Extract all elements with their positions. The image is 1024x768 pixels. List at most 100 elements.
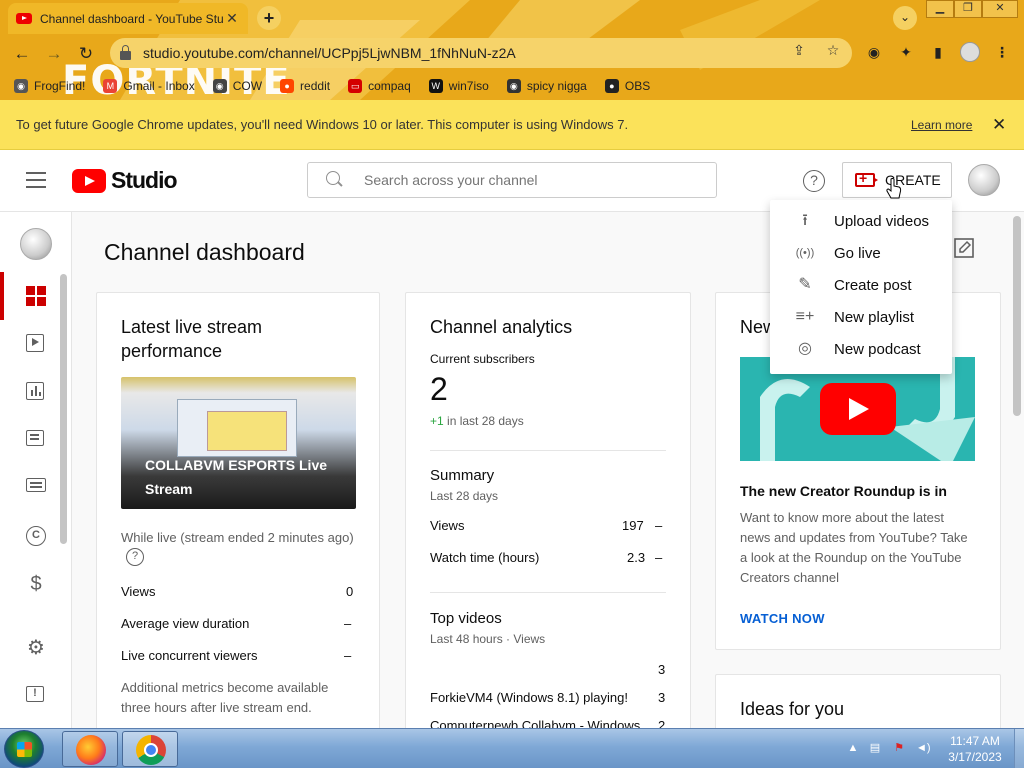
side-panel-icon[interactable]: ▮ (928, 42, 948, 62)
bookmark-item[interactable]: M Gmail - Inbox (103, 79, 195, 93)
sidebar-item-settings[interactable]: ⚙ (0, 624, 72, 672)
tab-search-chevron-icon[interactable]: ⌄ (893, 6, 917, 30)
bookmark-item[interactable]: ▭ compaq (348, 79, 411, 93)
bookmark-favicon-icon: W (428, 79, 443, 93)
subscribers-delta-suffix: in last 28 days (443, 414, 524, 428)
window-maximize-button[interactable]: ❐ (954, 0, 982, 18)
bookmark-favicon-icon: ◉ (212, 79, 227, 93)
taskbar-clock[interactable]: 11:47 AM 3/17/2023 (940, 733, 1010, 765)
latest-live-card: Latest live stream performance COLLABVM … (96, 292, 380, 728)
taskbar-firefox[interactable] (62, 731, 118, 767)
top-video-row-3-value: 2 (658, 718, 666, 728)
tray-expand-icon[interactable]: ▲ (846, 741, 860, 755)
window-minimize-button[interactable]: ▁ (926, 0, 954, 18)
top-video-row-1-value: 3 (658, 662, 666, 677)
youtube-play-icon (820, 383, 896, 435)
help-icon[interactable]: ? (803, 170, 825, 192)
start-button[interactable] (4, 730, 44, 768)
hand-cursor-icon (886, 178, 902, 199)
copyright-icon: C (26, 526, 46, 546)
browser-menu-icon[interactable]: ⋮ (992, 42, 1012, 62)
youtube-studio-logo[interactable]: Studio (72, 167, 178, 194)
settings-gear-icon: ⚙ (27, 637, 45, 659)
infobar-message: To get future Google Chrome updates, you… (16, 117, 629, 132)
bookmark-label: COW (232, 79, 263, 93)
channel-search-box[interactable] (307, 162, 717, 198)
tab-close-icon[interactable]: ✕ (224, 10, 240, 27)
create-menu-item-label: Go live (834, 244, 881, 262)
bookmark-label: Gmail - Inbox (123, 79, 195, 93)
summary-title: Summary (430, 467, 495, 484)
top-video-row-2-label[interactable]: ForkieVM4 (Windows 8.1) playing! (430, 690, 628, 705)
search-icon (326, 171, 344, 189)
bookmark-label: compaq (368, 79, 411, 93)
bookmark-star-icon[interactable]: ☆ (824, 41, 842, 59)
analytics-divider (430, 450, 666, 451)
bookmark-item[interactable]: Wwin7iso (428, 79, 489, 93)
live-row-views-label: Views (121, 584, 156, 599)
go-live-icon: ((•)) (795, 247, 815, 259)
watch-now-button[interactable]: WATCH NOW (740, 611, 825, 626)
create-menu-item[interactable]: ⭱ Upload videos (770, 205, 952, 237)
show-desktop-button[interactable] (1014, 729, 1024, 768)
bookmark-item[interactable]: ◉ spicy nigga (506, 79, 587, 93)
edit-pencil-icon[interactable] (954, 238, 974, 258)
extensions-puzzle-icon[interactable]: ✦ (896, 42, 916, 62)
infobar-close-icon[interactable]: ✕ (992, 115, 1006, 135)
analytics-icon (26, 382, 44, 400)
browser-profile-avatar[interactable] (960, 42, 980, 62)
tab-channel-dashboard[interactable]: Channel dashboard - YouTube Studio ✕ (8, 3, 248, 34)
youtube-favicon-icon (16, 13, 32, 24)
action-center-icon[interactable]: ⚑ (892, 741, 906, 755)
network-icon[interactable]: ▤ (868, 741, 882, 755)
menu-hamburger-icon[interactable] (26, 172, 46, 188)
create-menu-item-label: Upload videos (834, 212, 930, 230)
live-status-help-icon[interactable]: ? (126, 548, 144, 566)
news-body-line3: a look at the Roundup on the YouTube (740, 550, 962, 565)
extension-icon[interactable]: ◉ (864, 42, 884, 62)
volume-icon[interactable]: ◄) (916, 741, 931, 755)
window-close-button[interactable]: ✕ (982, 0, 1018, 18)
create-menu-item[interactable]: ✎ Create post (770, 269, 952, 301)
news-body-line4: Creators channel (740, 570, 839, 585)
live-stream-thumbnail[interactable]: COLLABVM ESPORTS Live Stream (121, 377, 356, 509)
bookmark-label: spicy nigga (526, 79, 587, 93)
lock-icon (120, 44, 131, 60)
bookmark-item[interactable]: ◉ COW (212, 79, 263, 93)
news-headline: The new Creator Roundup is in (740, 483, 947, 499)
account-avatar[interactable] (968, 164, 1000, 196)
bookmark-item[interactable]: ● OBS (604, 79, 650, 93)
share-icon[interactable]: ⇪ (790, 41, 808, 59)
bookmark-favicon-icon: ▭ (348, 79, 363, 93)
live-row-avd-value: – (344, 616, 352, 631)
summary-watch-value: 2.3 (627, 550, 646, 565)
back-arrow-icon[interactable]: ← (10, 42, 34, 66)
bookmark-label: win7iso (448, 79, 489, 93)
subtitles-icon (26, 478, 46, 492)
create-menu-item[interactable]: ◎ New podcast (770, 333, 952, 365)
forward-arrow-icon[interactable]: → (42, 42, 66, 66)
bookmark-item[interactable]: ● reddit (280, 79, 330, 93)
sidebar-item-feedback[interactable]: ! (0, 672, 72, 720)
news-body-line2: news and updates from YouTube? Take (740, 530, 968, 545)
new-tab-button[interactable]: + (257, 6, 281, 30)
search-input[interactable] (364, 172, 684, 188)
page-scrollbar[interactable] (1013, 216, 1021, 416)
create-menu-item[interactable]: ≡+ New playlist (770, 301, 952, 333)
sidebar-item-earn[interactable]: $ (0, 560, 72, 608)
create-post-icon: ✎ (798, 276, 812, 293)
learn-more-link[interactable]: Learn more (911, 118, 972, 132)
channel-avatar[interactable] (20, 228, 52, 260)
taskbar-chrome[interactable] (122, 731, 178, 767)
summary-views-label: Views (430, 518, 465, 533)
top-video-row-3-label[interactable]: Computernewb Collabvm - Windows (430, 718, 640, 728)
create-menu-item[interactable]: ((•)) Go live (770, 237, 952, 269)
reload-icon[interactable]: ↻ (74, 42, 98, 66)
address-bar[interactable]: studio.youtube.com/channel/UCPpj5LjwNBM_… (110, 38, 852, 68)
ideas-title: Ideas for you (740, 699, 845, 719)
sidebar-scrollbar[interactable] (60, 274, 67, 544)
new-playlist-icon: ≡+ (795, 308, 815, 325)
summary-watch-label: Watch time (hours) (430, 550, 540, 565)
live-row-ccv-value: – (344, 648, 352, 663)
bookmark-item[interactable]: ◉ FrogFind! (14, 79, 85, 93)
